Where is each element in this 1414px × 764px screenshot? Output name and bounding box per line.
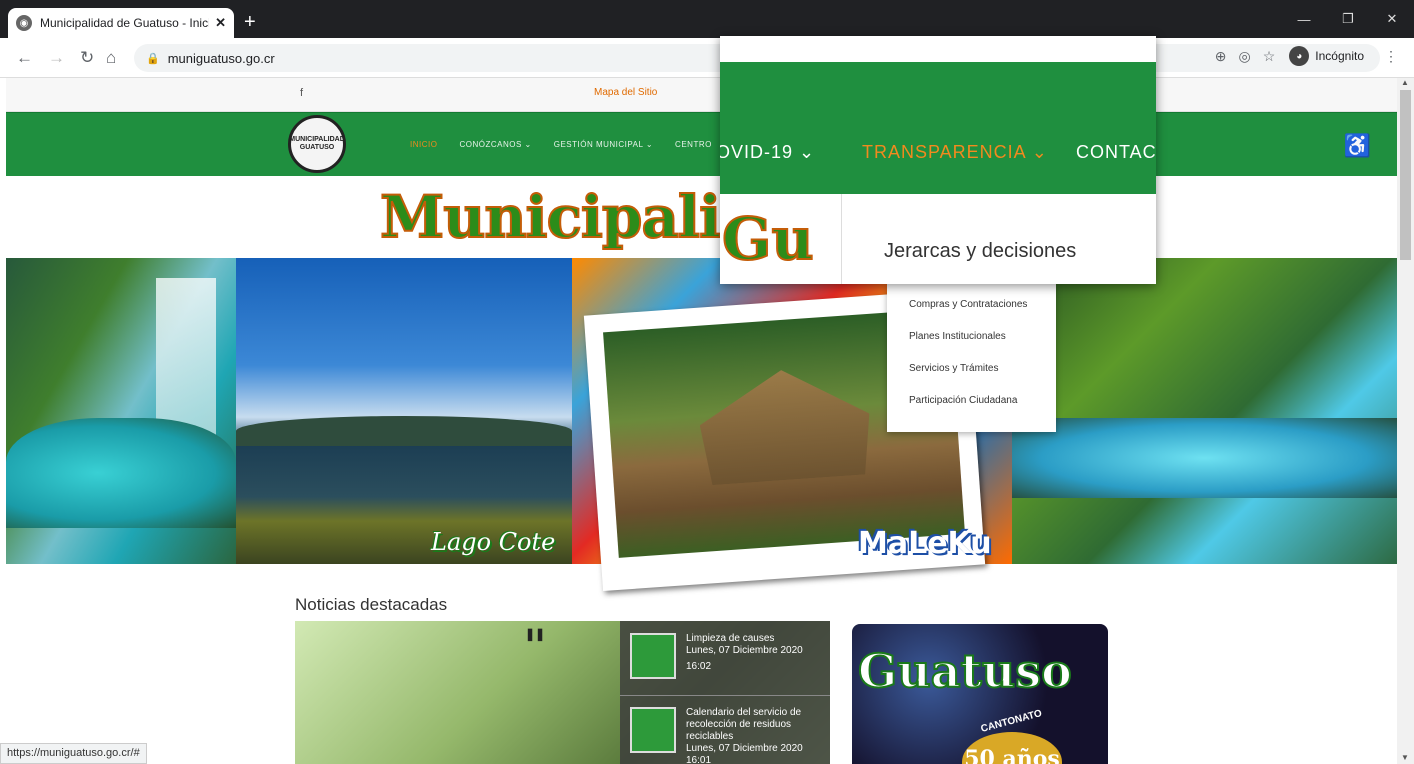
promo-title: Guatuso (857, 643, 1073, 699)
news-item[interactable]: Limpieza de causes Lunes, 07 Diciembre 2… (620, 633, 830, 679)
zoom-icon[interactable]: ⊕ (1215, 48, 1227, 65)
restore-icon[interactable]: ❐ (1326, 0, 1370, 38)
nav-conozcanos[interactable]: CONÓZCANOS ⌄ (459, 140, 531, 149)
lake-photo: Lago Cote (236, 258, 572, 564)
submenu-jerarcas[interactable]: Jerarcas y decisiones (841, 194, 1156, 284)
close-tab-icon[interactable]: ✕ (215, 15, 226, 31)
toolbar-right: ⊕ ◎ ☆ ◕ Incógnito ⋮ (1215, 44, 1398, 68)
lock-icon[interactable]: 🔒 (146, 52, 160, 65)
menu-kebab-icon[interactable]: ⋮ (1384, 48, 1398, 65)
incognito-badge[interactable]: ◕ Incógnito (1287, 44, 1372, 68)
nav-inicio[interactable]: INICIO (410, 140, 437, 149)
waterfall-photo (6, 258, 236, 564)
scroll-up-icon[interactable]: ▲ (1401, 78, 1409, 87)
tab-title: Municipalidad de Guatuso - Inici (40, 16, 210, 30)
main-nav: INICIO CONÓZCANOS ⌄ GESTIÓN MUNICIPAL ⌄ … (410, 140, 712, 149)
news-item[interactable]: Calendario del servicio de recolección d… (620, 707, 830, 764)
news-slider: ❚❚ Limpieza de causes Lunes, 07 Diciembr… (295, 621, 830, 764)
municipality-logo[interactable]: MUNICIPALIDAD GUATUSO (288, 115, 346, 173)
browser-toolbar: ← → ↻ ⌂ 🔒 muniguatuso.go.cr (0, 38, 1414, 78)
news-item-date: Lunes, 07 Diciembre 2020 (686, 645, 803, 656)
incognito-icon: ◕ (1289, 46, 1310, 66)
site-favicon-icon: ◉ (16, 15, 32, 31)
accessibility-icon[interactable]: ♿ (1344, 133, 1371, 159)
sitemap-link[interactable]: Mapa del Sitio (594, 87, 657, 98)
nav-gestion-municipal[interactable]: GESTIÓN MUNICIPAL ⌄ (554, 140, 653, 149)
browser-tab[interactable]: ◉ Municipalidad de Guatuso - Inici ✕ (8, 8, 234, 38)
promo-years: 50 años (962, 732, 1062, 764)
nav-centro[interactable]: CENTRO (675, 140, 712, 149)
nav-transparencia[interactable]: TRANSPARENCIA ⌄ (862, 142, 1048, 163)
dropdown-item-compras[interactable]: Compras y Contrataciones (909, 299, 1027, 310)
main-navbar: MUNICIPALIDAD GUATUSO INICIO CONÓZCANOS … (6, 112, 1397, 176)
facebook-icon[interactable]: f (300, 87, 303, 99)
magnified-menu-overlay: OVID-19 ⌄ TRANSPARENCIA ⌄ CONTACT Gu Jer… (720, 36, 1156, 284)
bookmark-star-icon[interactable]: ☆ (1263, 48, 1276, 65)
transparencia-dropdown: Compras y Contrataciones Planes Instituc… (887, 284, 1056, 432)
home-icon[interactable]: ⌂ (106, 48, 116, 68)
status-bar-url: https://muniguatuso.go.cr/# (0, 743, 147, 764)
reload-icon[interactable]: ↻ (80, 48, 94, 68)
tracking-eye-icon[interactable]: ◎ (1239, 48, 1251, 65)
window-controls: — ❐ ✕ (1282, 0, 1414, 38)
news-thumbnail (630, 633, 676, 679)
news-item-date: Lunes, 07 Diciembre 2020 (686, 743, 803, 754)
news-separator (620, 695, 830, 696)
scroll-down-icon[interactable]: ▼ (1401, 753, 1409, 762)
magnified-navbar: OVID-19 ⌄ TRANSPARENCIA ⌄ CONTACT (720, 62, 1156, 194)
pause-icon[interactable]: ❚❚ (525, 627, 545, 641)
dropdown-item-servicios[interactable]: Servicios y Trámites (909, 363, 998, 374)
forward-icon[interactable]: → (48, 48, 65, 68)
incognito-label: Incógnito (1315, 49, 1364, 63)
nav-covid[interactable]: OVID-19 ⌄ (720, 142, 815, 163)
news-item-time: 16:01 (686, 755, 712, 764)
close-window-icon[interactable]: ✕ (1370, 0, 1414, 38)
dropdown-item-planes[interactable]: Planes Institucionales (909, 331, 1006, 342)
news-heading: Noticias destacadas (295, 595, 448, 614)
news-item-time: 16:02 (686, 661, 712, 672)
minimize-icon[interactable]: — (1282, 0, 1326, 38)
river-photo (1012, 258, 1397, 564)
back-icon[interactable]: ← (16, 48, 33, 68)
magnified-title-fragment: Gu (721, 204, 815, 274)
promo-cantonato: CANTONATO (979, 708, 1044, 735)
lago-cote-caption: Lago Cote (431, 528, 556, 556)
scrollbar-thumb[interactable] (1400, 90, 1411, 260)
site-topbar: f Mapa del Sitio (6, 78, 1397, 112)
dropdown-item-participacion[interactable]: Participación Ciudadana (909, 395, 1017, 406)
new-tab-button[interactable]: + (244, 12, 256, 32)
maleku-caption: MaLeKu (858, 526, 992, 561)
nav-contacto[interactable]: CONTACT (1076, 142, 1156, 163)
browser-tab-strip: ◉ Municipalidad de Guatuso - Inici ✕ + —… (0, 0, 1414, 38)
news-list: Limpieza de causes Lunes, 07 Diciembre 2… (620, 621, 830, 764)
page-scrollbar[interactable]: ▲ ▼ (1397, 78, 1414, 764)
news-item-title: Limpieza de causes (686, 633, 775, 644)
url-text: muniguatuso.go.cr (167, 50, 275, 66)
news-item-title: Calendario del servicio de recolección d… (686, 707, 802, 742)
anniversary-promo[interactable]: Guatuso CANTONATO 50 años (852, 624, 1108, 764)
news-thumbnail (630, 707, 676, 753)
